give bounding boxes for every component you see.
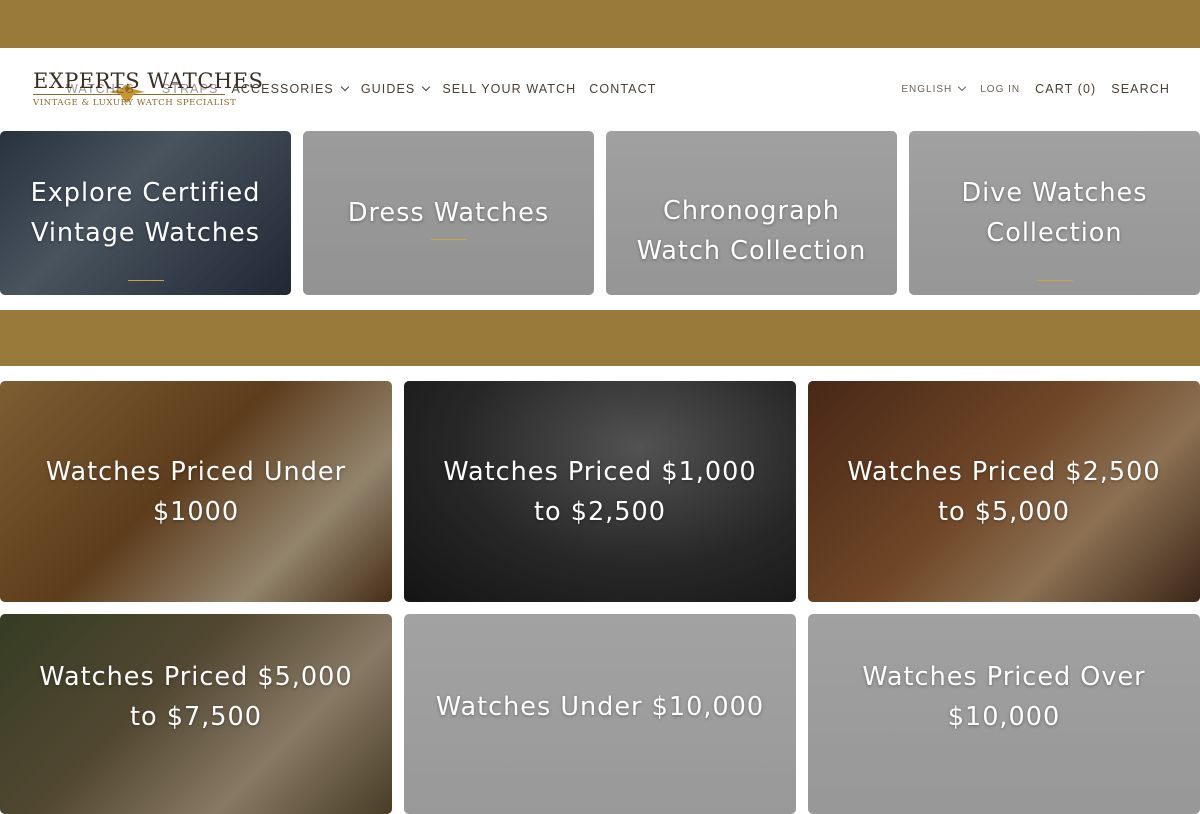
login-link[interactable]: LOG IN — [980, 84, 1020, 95]
title-underline — [430, 239, 467, 240]
price-title: Watches Priced Under $1000 — [45, 456, 347, 527]
utility-nav: ENGLISH LOG IN CART (0) SEARCH — [886, 82, 1170, 96]
price-card-2500-5000[interactable]: Watches Priced $2,500 to $5,000 — [808, 381, 1200, 602]
nav-accessories[interactable]: ACCESSORIES — [231, 82, 350, 96]
category-card-dress[interactable]: Dress Watches — [303, 131, 594, 295]
price-card-under-10000[interactable]: Watches Under $10,000 — [404, 614, 796, 814]
nav-contact[interactable]: CONTACT — [589, 82, 656, 96]
price-card-1000-2500[interactable]: Watches Priced $1,000 to $2,500 — [404, 381, 796, 602]
price-card-under-1000[interactable]: Watches Priced Under $1000 — [0, 381, 392, 602]
section-divider-band — [0, 310, 1200, 366]
price-card-5000-7500[interactable]: Watches Priced $5,000 to $7,500 — [0, 614, 392, 814]
language-selector[interactable]: ENGLISH — [901, 82, 967, 95]
logo-tagline: VINTAGE & LUXURY WATCH SPECIALIST — [33, 98, 237, 108]
site-header: EXPERTS WATCHES VINTAGE & LUXURY WATCH S… — [0, 48, 1200, 131]
chevron-down-icon — [422, 82, 431, 92]
price-title: Watches Priced $1,000 to $2,500 — [443, 456, 757, 527]
price-title: Watches Priced $5,000 to $7,500 — [39, 662, 353, 732]
price-title: Watches Priced Over $10,000 — [862, 662, 1146, 732]
category-title: Dive Watches Collection — [961, 178, 1148, 248]
category-title: Dress Watches — [347, 198, 550, 228]
search-link[interactable]: SEARCH — [1111, 82, 1170, 96]
title-underline — [127, 280, 164, 281]
nav-guides[interactable]: GUIDES — [361, 82, 431, 96]
nav-sell-your-watch[interactable]: SELL YOUR WATCH — [442, 82, 576, 96]
title-underline — [1036, 280, 1073, 281]
cart-link[interactable]: CART (0) — [1035, 82, 1096, 96]
nav-straps[interactable]: STRAPS — [162, 82, 219, 96]
price-title: Watches Priced $2,500 to $5,000 — [847, 456, 1161, 527]
category-card-dive[interactable]: Dive Watches Collection — [909, 131, 1200, 295]
nav-watches[interactable]: WATCHES — [66, 82, 135, 96]
chevron-down-icon — [340, 82, 350, 92]
primary-nav: WATCHES STRAPS ACCESSORIES GUIDES SELL Y… — [66, 82, 669, 96]
category-card-chronograph[interactable]: Chronograph Watch Collection — [606, 131, 897, 295]
price-card-over-10000[interactable]: Watches Priced Over $10,000 — [808, 614, 1200, 814]
category-title: Chronograph Watch Collection — [636, 196, 867, 266]
category-card-certified-vintage[interactable]: Explore Certified Vintage Watches — [0, 131, 291, 295]
price-title: Watches Under $10,000 — [435, 692, 765, 722]
category-title: Explore Certified Vintage Watches — [30, 178, 261, 248]
top-announcement-band — [0, 0, 1200, 48]
chevron-down-icon — [958, 82, 967, 92]
